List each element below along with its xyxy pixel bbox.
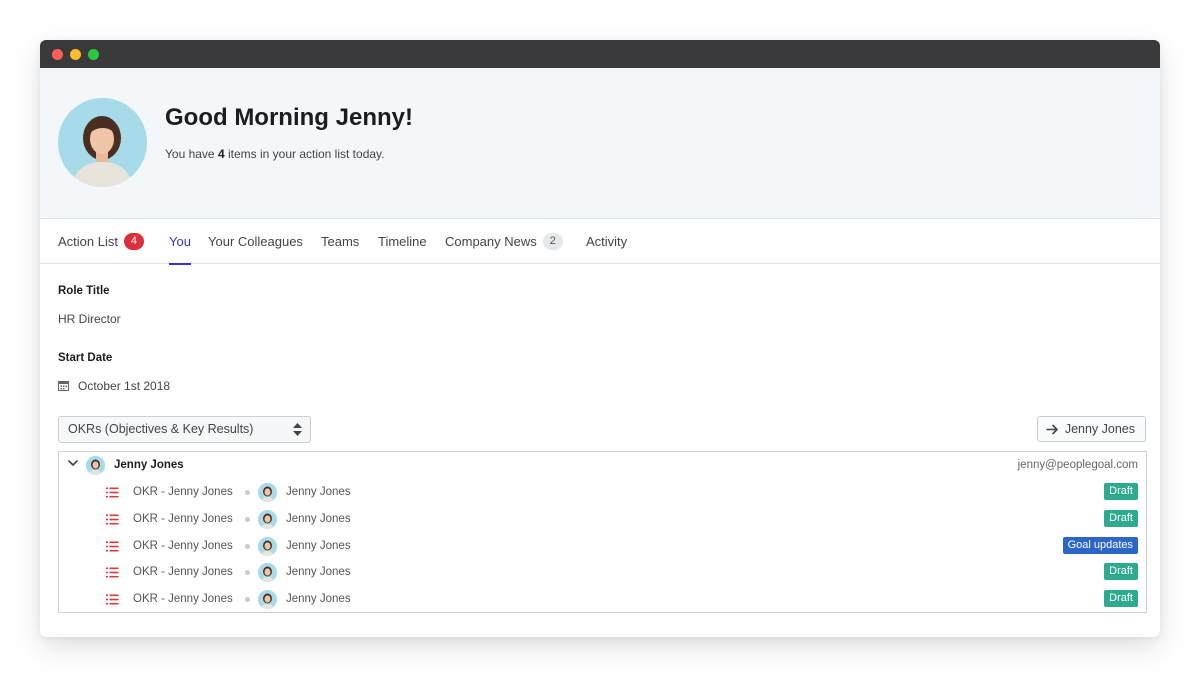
view-type-select[interactable]: OKRs (Objectives & Key Results) — [58, 416, 311, 443]
row-owner-avatar — [258, 483, 277, 502]
okr-tree: Jenny Jones jenny@peoplegoal.com OKR - J… — [58, 451, 1147, 613]
owner-name: Jenny Jones — [114, 459, 184, 471]
status-badge: Draft — [1104, 483, 1138, 500]
tab-company-news[interactable]: Company News 2 — [445, 219, 563, 264]
company-news-count-badge: 2 — [542, 233, 563, 251]
row-owner-name: Jenny Jones — [286, 486, 351, 498]
chevron-down-icon[interactable] — [68, 460, 78, 467]
okr-row[interactable]: OKR - Jenny Jones Jenny Jones Draft — [59, 506, 1146, 533]
list-icon — [106, 487, 119, 498]
title-bar — [40, 40, 1160, 68]
start-date-label: Start Date — [58, 352, 113, 364]
owner-email: jenny@peoplegoal.com — [1017, 459, 1138, 471]
profile-avatar — [58, 98, 147, 187]
row-owner-name: Jenny Jones — [286, 512, 351, 525]
okr-row[interactable]: OKR - Jenny Jones Jenny Jones Draft — [59, 586, 1146, 613]
arrow-right-icon — [1046, 424, 1058, 435]
list-icon — [106, 514, 119, 525]
separator-dot — [245, 543, 250, 549]
tab-bar: Action List 4 You Your Colleagues Teams T… — [40, 219, 1160, 265]
status-badge: Draft — [1104, 590, 1138, 608]
list-icon — [106, 541, 119, 552]
separator-dot — [245, 490, 250, 495]
status-badge: Draft — [1104, 563, 1138, 581]
okr-title[interactable]: OKR - Jenny Jones — [133, 566, 233, 578]
row-owner-avatar — [258, 509, 277, 529]
tab-your-colleagues[interactable]: Your Colleagues — [208, 219, 303, 264]
row-owner-avatar — [258, 563, 277, 583]
start-date-value: October 1st 2018 — [78, 379, 171, 393]
okr-title[interactable]: OKR - Jenny Jones — [133, 513, 233, 525]
list-icon — [106, 594, 119, 605]
start-date-row: October 1st 2018 — [58, 379, 170, 393]
tab-you[interactable]: You — [169, 219, 191, 265]
row-owner-name: Jenny Jones — [286, 539, 351, 552]
tab-activity[interactable]: Activity — [586, 219, 627, 264]
row-owner-name: Jenny Jones — [286, 593, 351, 606]
okr-title[interactable]: OKR - Jenny Jones — [133, 486, 233, 498]
separator-dot — [245, 516, 250, 522]
row-owner-avatar — [258, 590, 277, 610]
minimize-window-button[interactable] — [70, 49, 81, 60]
tab-action-list[interactable]: Action List 4 — [58, 219, 144, 264]
tab-teams[interactable]: Teams — [321, 219, 359, 264]
close-window-button[interactable] — [52, 49, 63, 60]
action-list-summary: You have 4 items in your action list tod… — [165, 147, 385, 161]
greeting-title: Good Morning Jenny! — [165, 104, 413, 131]
separator-dot — [245, 597, 250, 603]
select-arrows-icon — [293, 423, 302, 436]
calendar-icon — [58, 381, 69, 391]
okr-row[interactable]: OKR - Jenny Jones Jenny Jones Draft — [59, 559, 1146, 586]
welcome-header: Good Morning Jenny! You have 4 items in … — [40, 68, 1160, 219]
okr-title[interactable]: OKR - Jenny Jones — [133, 540, 233, 552]
okr-row[interactable]: OKR - Jenny Jones Jenny Jones Goal updates — [59, 533, 1146, 560]
role-title-value: HR Director — [58, 312, 121, 326]
okr-row[interactable]: OKR - Jenny Jones Jenny Jones Draft — [59, 479, 1146, 506]
action-list-count-badge: 4 — [123, 233, 144, 251]
view-user-button[interactable]: Jenny Jones — [1036, 416, 1146, 442]
owner-avatar — [86, 456, 105, 475]
status-badge: Draft — [1104, 509, 1138, 527]
maximize-window-button[interactable] — [88, 49, 99, 60]
profile-content: Role Title HR Director Start Date Octobe… — [40, 264, 1160, 636]
status-badge: Goal updates — [1062, 536, 1138, 554]
role-title-label: Role Title — [58, 285, 110, 297]
row-owner-name: Jenny Jones — [286, 566, 351, 579]
okr-title[interactable]: OKR - Jenny Jones — [133, 593, 233, 605]
separator-dot — [245, 570, 250, 576]
tab-timeline[interactable]: Timeline — [378, 219, 427, 264]
app-window: Good Morning Jenny! You have 4 items in … — [40, 40, 1160, 637]
tree-owner-row[interactable]: Jenny Jones jenny@peoplegoal.com — [59, 452, 1146, 479]
action-count: 4 — [217, 147, 225, 161]
list-icon — [106, 567, 119, 578]
row-owner-avatar — [258, 536, 277, 556]
